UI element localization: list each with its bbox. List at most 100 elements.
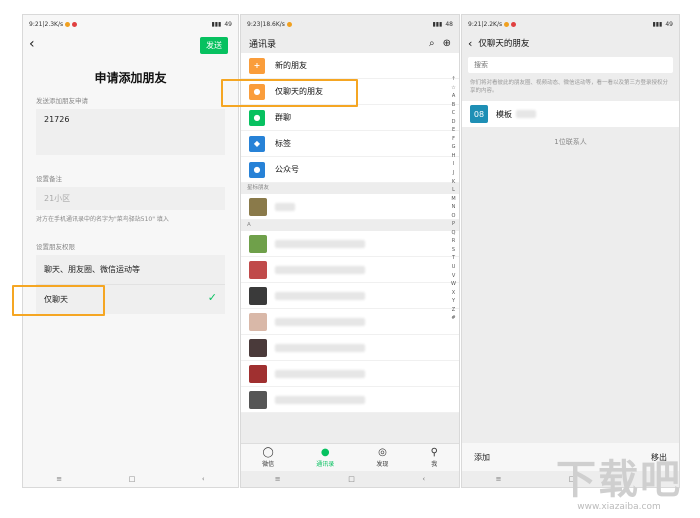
list-item-label: 新的朋友 [275, 61, 307, 70]
alphabet-letter[interactable]: ☆ [451, 84, 456, 93]
status-bar: 9:21|2.2K/s ▮▮▮ 49 [462, 15, 679, 33]
home-icon[interactable]: □ [129, 475, 136, 483]
alphabet-letter[interactable]: P [451, 220, 456, 229]
home-icon[interactable]: □ [348, 475, 355, 483]
add-icon[interactable]: ⊕ [443, 38, 451, 49]
group-header-starred: 星标朋友 [241, 183, 459, 194]
back-icon[interactable]: ‹ [202, 475, 205, 483]
top-bar: ‹ 发送 [23, 33, 238, 57]
list-item-chat-only-friends[interactable]: ● 仅聊天的朋友 [241, 79, 459, 105]
contact-row[interactable] [241, 194, 459, 220]
contact-row[interactable] [241, 335, 459, 361]
search-icon[interactable]: ⌕ [429, 38, 435, 49]
contact-row[interactable] [241, 361, 459, 387]
contact-name-blurred [516, 110, 536, 118]
list-item-label: 仅聊天的朋友 [275, 87, 323, 96]
description-text: 你们将对看彼此的朋友圈、视频动态、微信运动等，看一看以及第三方登录授权分享的内容… [470, 80, 669, 94]
contact-row[interactable] [241, 387, 459, 413]
alphabet-letter[interactable]: H [451, 152, 456, 161]
menu-icon[interactable]: ≡ [496, 475, 502, 483]
alarm-icon [504, 21, 510, 27]
list-item-tags[interactable]: ◆ 标签 [241, 131, 459, 157]
alphabet-letter[interactable]: T [451, 254, 456, 263]
alphabet-letter[interactable]: ↑ [451, 75, 456, 84]
phone-contacts: 9:23|18.6K/s ▮▮▮ 48 通讯录 ⌕ ⊕ + 新的朋友 ● 仅聊天的… [240, 14, 460, 488]
list-item-label: 群聊 [275, 113, 291, 122]
avatar [249, 312, 267, 331]
back-icon[interactable]: ‹ [422, 475, 425, 483]
add-button[interactable]: 添加 [474, 452, 490, 463]
send-button[interactable]: 发送 [200, 37, 228, 54]
request-message-field[interactable]: 21726 [36, 109, 225, 155]
alphabet-letter[interactable]: U [451, 263, 456, 272]
permission-label: 设置朋友权限 [36, 243, 75, 251]
system-nav-bar: ≡ □ ‹ [241, 471, 459, 487]
alphabet-letter[interactable]: K [451, 178, 456, 187]
menu-icon[interactable]: ≡ [275, 475, 281, 483]
alphabet-letter[interactable]: D [451, 118, 456, 127]
alarm-icon [286, 21, 292, 27]
contact-name-blurred [275, 239, 365, 248]
signal-icon: ▮▮▮ [652, 20, 663, 28]
tab-label: 发现 [376, 461, 389, 468]
group-icon: ● [249, 109, 265, 126]
contact-row[interactable] [241, 231, 459, 257]
contact-row[interactable] [241, 309, 459, 335]
back-arrow-icon[interactable]: ‹ [468, 37, 472, 50]
alphabet-index[interactable]: ↑ ☆ A B C D E F G H I J K L M N O P Q R S T U V W X Y Z # [451, 75, 456, 323]
tab-me[interactable]: ⚲ 我 [431, 447, 438, 468]
back-arrow-icon[interactable]: ‹ [29, 36, 35, 52]
watermark-text: 下载吧 [556, 457, 682, 503]
alphabet-letter[interactable]: F [451, 135, 456, 144]
alphabet-letter[interactable]: W [451, 280, 456, 289]
remark-field[interactable]: 21小区 [36, 187, 225, 210]
alphabet-letter[interactable]: E [451, 126, 456, 135]
contact-row[interactable]: 08 模板 [462, 101, 679, 127]
contact-row[interactable] [241, 257, 459, 283]
tab-label: 通讯录 [316, 461, 335, 468]
alphabet-letter[interactable]: Y [451, 297, 456, 306]
permission-option-all[interactable]: 聊天、朋友圈、微信运动等 [36, 255, 225, 285]
remark-label: 设置备注 [36, 175, 62, 183]
list-item-official-accounts[interactable]: ● 公众号 [241, 157, 459, 183]
alphabet-letter[interactable]: S [451, 246, 456, 255]
avatar [249, 234, 267, 253]
list-item-group-chats[interactable]: ● 群聊 [241, 105, 459, 131]
tab-contacts[interactable]: ● 通讯录 [316, 447, 334, 468]
tab-chats[interactable]: ◯ 微信 [262, 447, 274, 468]
avatar [249, 197, 267, 216]
alphabet-letter[interactable]: G [451, 143, 456, 152]
contact-name-blurred [275, 395, 365, 404]
alphabet-letter[interactable]: B [451, 101, 456, 110]
alphabet-letter[interactable]: Q [451, 229, 456, 238]
alphabet-letter[interactable]: A [451, 92, 456, 101]
alphabet-letter[interactable]: N [451, 203, 456, 212]
tab-discover[interactable]: ◎ 发现 [376, 447, 388, 468]
alphabet-letter[interactable]: M [451, 195, 456, 204]
menu-icon[interactable]: ≡ [56, 475, 62, 483]
permission-option-chat-only[interactable]: 仅聊天 ✓ [36, 285, 225, 314]
alphabet-letter[interactable]: R [451, 237, 456, 246]
alphabet-letter[interactable]: # [451, 314, 456, 323]
contact-name-blurred [275, 202, 295, 211]
compass-icon: ◎ [378, 447, 387, 458]
contact-name-blurred [275, 343, 365, 352]
alphabet-letter[interactable]: L [451, 186, 456, 195]
avatar: 08 [470, 105, 488, 123]
alphabet-letter[interactable]: Z [451, 306, 456, 315]
contact-row[interactable] [241, 283, 459, 309]
notification-icon [511, 21, 517, 27]
contact-name-blurred [275, 369, 365, 378]
avatar [249, 260, 267, 279]
alphabet-letter[interactable]: X [451, 289, 456, 298]
alphabet-letter[interactable]: J [451, 169, 456, 178]
person-icon: ● [249, 161, 265, 178]
list-item-new-friends[interactable]: + 新的朋友 [241, 53, 459, 79]
alphabet-letter[interactable]: I [451, 160, 456, 169]
search-input[interactable] [468, 57, 673, 73]
contact-name-blurred [275, 317, 365, 326]
alphabet-letter[interactable]: O [451, 212, 456, 221]
alphabet-letter[interactable]: V [451, 272, 456, 281]
alphabet-letter[interactable]: C [451, 109, 456, 118]
watermark-logo: 下载吧 www.xiazaiba.com [556, 458, 682, 512]
